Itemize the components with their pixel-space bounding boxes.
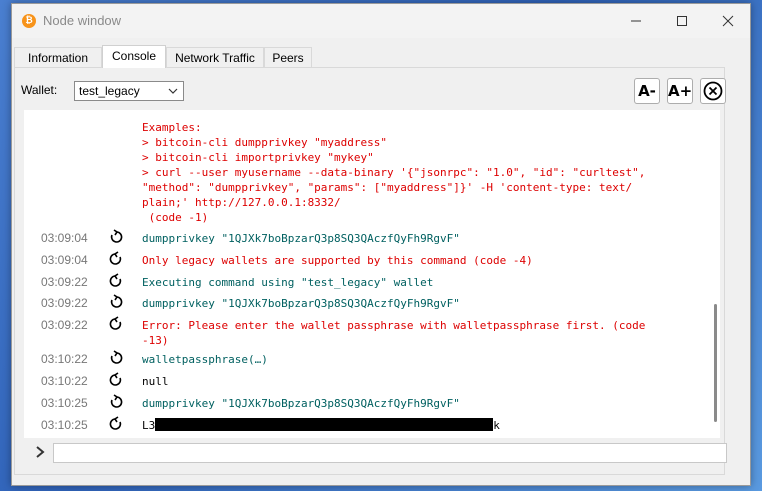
reply-icon [109,273,122,287]
console-scrollbar[interactable] [712,110,720,438]
entry-time: 03:09:22 [41,318,88,332]
help-line: > curl --user myusername --data-binary '… [142,166,646,179]
close-icon [722,15,734,27]
entry-text: Error: Please enter the wallet passphras… [142,319,646,347]
clear-console-button[interactable] [700,78,726,104]
reply-icon [109,372,122,386]
help-line: Examples: [142,121,202,134]
entry-time: 03:09:04 [41,231,88,245]
minimize-icon [631,20,641,22]
decrease-font-button[interactable]: A- [634,78,660,104]
entry-time: 03:10:22 [41,352,88,366]
private-key-output: L3 k [142,418,500,433]
help-line: (code -1) [142,211,209,224]
console-command-input[interactable] [53,443,727,463]
entry-time: 03:10:25 [41,418,88,432]
scrollbar-thumb[interactable] [714,304,717,422]
command-icon [110,350,123,364]
wallet-select-value: test_legacy [79,84,140,98]
wallet-select[interactable]: test_legacy [74,81,184,101]
tab-peers[interactable]: Peers [264,47,312,67]
entry-text: dumpprivkey "1QJXk7boBpzarQ3p8SQ3QAczfQy… [142,397,460,410]
reply-icon [109,416,122,430]
entry-text: walletpassphrase(…) [142,353,268,366]
entry-text: Only legacy wallets are supported by thi… [142,254,533,267]
tab-console[interactable]: Console [102,45,166,68]
maximize-button[interactable] [659,4,705,38]
chevron-down-icon [168,88,178,94]
entry-time: 03:10:25 [41,396,88,410]
entry-text: dumpprivkey "1QJXk7boBpzarQ3p8SQ3QAczfQy… [142,232,460,245]
help-line: > bitcoin-cli importprivkey "mykey" [142,151,374,164]
entry-time: 03:09:22 [41,275,88,289]
maximize-icon [677,16,687,26]
entry-time: 03:09:22 [41,296,88,310]
increase-font-button[interactable]: A+ [667,78,693,104]
bitcoin-icon: ₿ [22,14,36,28]
help-line: plain;' http://127.0.0.1:8332/ [142,196,341,209]
title-bar[interactable]: ₿ Node window [12,4,750,38]
redaction-bar [155,418,494,431]
tab-information[interactable]: Information [14,47,102,67]
entry-time: 03:09:04 [41,253,88,267]
console-output[interactable]: Examples: > bitcoin-cli dumpprivkey "mya… [24,110,720,438]
entry-text: null [142,375,169,388]
entry-text: dumpprivkey "1QJXk7boBpzarQ3p8SQ3QAczfQy… [142,297,460,310]
command-icon [110,394,123,408]
window-title: Node window [43,13,122,28]
command-icon [110,294,123,308]
wallet-label: Wallet: [21,83,58,97]
key-suffix: k [493,419,500,432]
reply-icon [109,251,122,265]
entry-time: 03:10:22 [41,374,88,388]
help-line: > bitcoin-cli dumpprivkey "myaddress" [142,136,388,149]
close-button[interactable] [705,4,751,38]
minimize-button[interactable] [613,4,659,38]
reply-icon [109,316,122,330]
clear-console-icon [703,81,723,101]
help-line: "method": "dumpprivkey", "params": ["mya… [142,181,633,194]
chevron-right-icon [36,446,45,458]
tab-network-traffic[interactable]: Network Traffic [166,47,264,67]
entry-text: Executing command using "test_legacy" wa… [142,276,434,289]
key-prefix: L3 [142,419,156,432]
command-icon [110,229,123,243]
